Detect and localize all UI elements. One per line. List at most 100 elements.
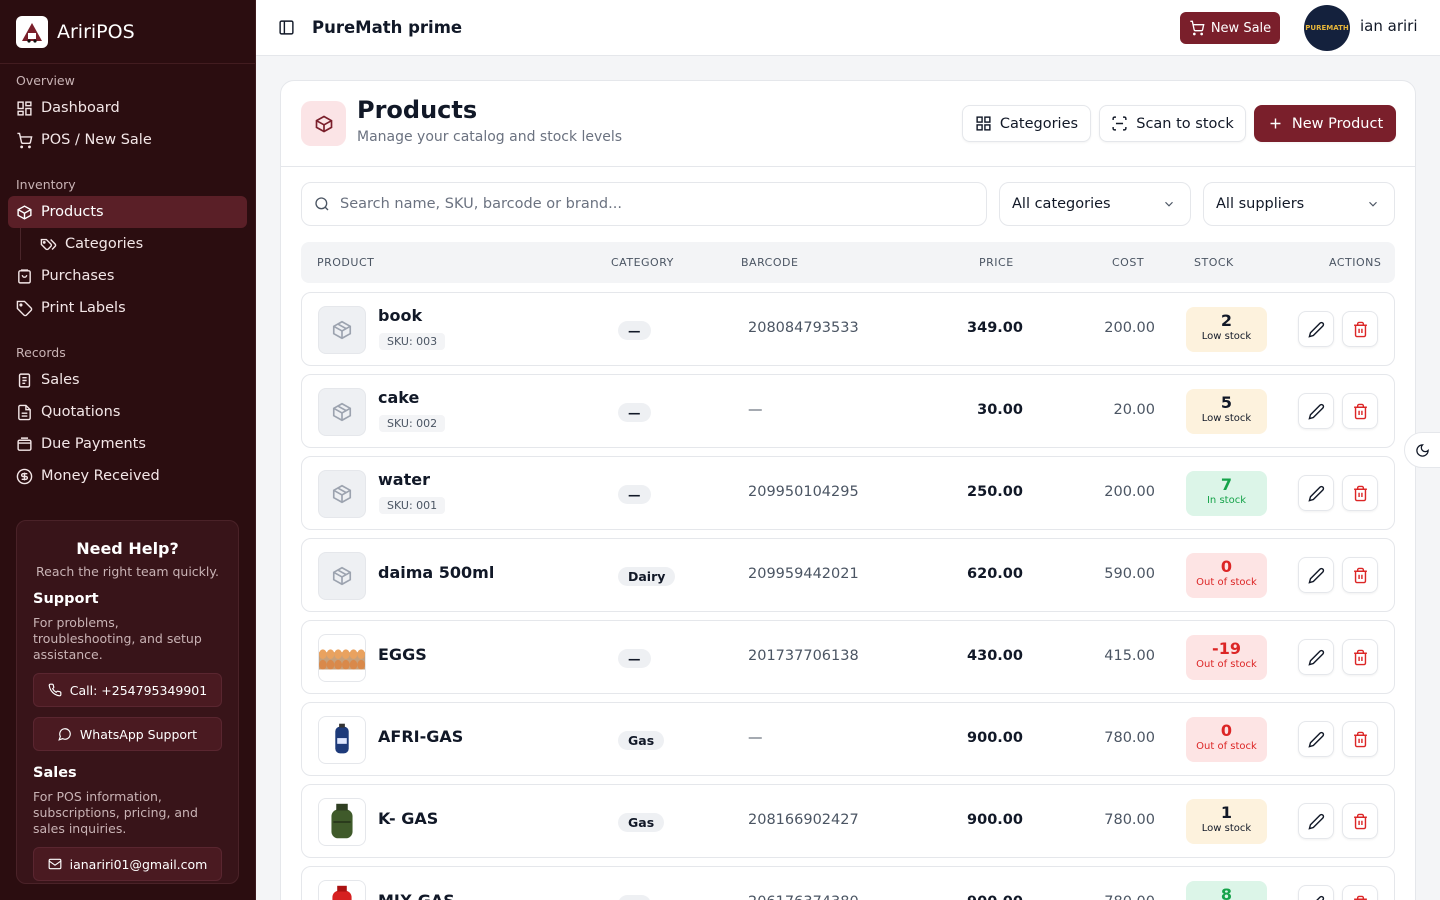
barcode-value: 201737706138 xyxy=(748,648,859,664)
product-name[interactable]: cake xyxy=(378,388,419,407)
sidebar-item-label: Purchases xyxy=(41,268,115,284)
sidebar-item-dashboard[interactable]: Dashboard xyxy=(8,92,247,124)
call-support-button[interactable]: Call: +254795349901 xyxy=(33,673,222,707)
email-sales-button[interactable]: ianariri01@gmail.com xyxy=(33,847,222,881)
table-row[interactable]: MIX GAS — 206176374380 900.00 780.00 8In stoc… xyxy=(301,866,1395,900)
sidebar-toggle-button[interactable] xyxy=(276,18,296,38)
brand[interactable]: AririPOS xyxy=(0,0,255,64)
sidebar-item-products[interactable]: Products xyxy=(8,196,247,228)
stock-badge: 7 In stock xyxy=(1186,471,1267,516)
price-value: 900.00 xyxy=(967,894,1023,900)
gas-cylinder-image xyxy=(319,717,365,763)
delete-button[interactable] xyxy=(1342,885,1378,900)
search-field[interactable] xyxy=(301,182,987,226)
pencil-icon xyxy=(1307,731,1324,748)
sidebar-item-sales[interactable]: Sales xyxy=(8,364,247,396)
header-product: PRODUCT xyxy=(317,256,375,269)
edit-button[interactable] xyxy=(1298,311,1334,347)
sidebar-item-categories[interactable]: Categories xyxy=(32,228,247,260)
sidebar-item-pos[interactable]: POS / New Sale xyxy=(8,124,247,156)
scan-to-stock-button[interactable]: Scan to stock xyxy=(1099,105,1246,142)
edit-button[interactable] xyxy=(1298,803,1334,839)
sidebar-item-money-received[interactable]: Money Received xyxy=(8,460,247,492)
search-input[interactable] xyxy=(340,196,940,212)
stock-status: Low stock xyxy=(1201,823,1252,834)
mail-icon xyxy=(48,858,62,870)
delete-button[interactable] xyxy=(1342,721,1378,757)
help-title: Need Help? xyxy=(76,539,179,558)
product-thumbnail xyxy=(318,388,366,436)
categories-button[interactable]: Categories xyxy=(962,105,1091,142)
sidebar-item-due-payments[interactable]: Due Payments xyxy=(8,428,247,460)
category-select-value: All categories xyxy=(1012,196,1111,212)
table-row[interactable]: K- GAS Gas 208166902427 900.00 780.00 1 Low st… xyxy=(301,784,1395,858)
sidebar-item-label: Products xyxy=(41,204,104,220)
edit-button[interactable] xyxy=(1298,721,1334,757)
table-row[interactable]: book SKU: 003 — 208084793533 349.00 200.00 2 Lo… xyxy=(301,292,1395,366)
delete-button[interactable] xyxy=(1342,311,1378,347)
cost-value: 20.00 xyxy=(1113,402,1155,418)
stock-badge: 8In stock xyxy=(1186,881,1267,900)
price-value: 620.00 xyxy=(967,566,1023,582)
avatar[interactable]: PUREMATH xyxy=(1304,5,1350,51)
barcode-value: 208166902427 xyxy=(748,812,859,828)
sidebar-item-quotations[interactable]: Quotations xyxy=(8,396,247,428)
box-icon xyxy=(332,402,352,422)
edit-button[interactable] xyxy=(1298,557,1334,593)
delete-button[interactable] xyxy=(1342,557,1378,593)
product-name[interactable]: daima 500ml xyxy=(378,563,494,582)
box-icon xyxy=(332,566,352,586)
delete-button[interactable] xyxy=(1342,803,1378,839)
category-badge: Dairy xyxy=(618,567,676,586)
user-name[interactable]: ian ariri xyxy=(1360,17,1418,35)
product-name[interactable]: EGGS xyxy=(378,645,427,664)
sidebar-item-print-labels[interactable]: Print Labels xyxy=(8,292,247,324)
edit-button[interactable] xyxy=(1298,393,1334,429)
product-name[interactable]: MIX GAS xyxy=(378,891,455,900)
sales-text: For POS information, subscriptions, pric… xyxy=(33,789,198,836)
delete-button[interactable] xyxy=(1342,475,1378,511)
edit-button[interactable] xyxy=(1298,885,1334,900)
table-row[interactable]: EGGS — 201737706138 430.00 415.00 -19 Out of s… xyxy=(301,620,1395,694)
new-sale-button[interactable]: New Sale xyxy=(1180,12,1280,44)
supplier-select[interactable]: All suppliers xyxy=(1203,182,1395,226)
category-badge: — xyxy=(618,321,651,340)
table-row[interactable]: daima 500ml Dairy 209959442021 620.00 590.00… xyxy=(301,538,1395,612)
cart-icon xyxy=(1190,20,1205,36)
stock-status: Out of stock xyxy=(1196,741,1257,752)
table-row[interactable]: cake SKU: 002 — — 30.00 20.00 5 Low stock xyxy=(301,374,1395,448)
phone-icon xyxy=(48,683,62,697)
sidebar-item-label: POS / New Sale xyxy=(41,132,152,148)
edit-button[interactable] xyxy=(1298,639,1334,675)
table-header: PRODUCT CATEGORY BARCODE PRICE COST STOC… xyxy=(301,242,1395,283)
product-name[interactable]: AFRI-GAS xyxy=(378,727,463,746)
pencil-icon xyxy=(1307,649,1324,666)
stock-badge: 0 Out of stock xyxy=(1186,553,1267,598)
new-product-button[interactable]: New Product xyxy=(1254,105,1396,142)
pencil-icon xyxy=(1307,813,1324,830)
delete-button[interactable] xyxy=(1342,393,1378,429)
product-thumbnail xyxy=(318,716,366,764)
whatsapp-support-button[interactable]: WhatsApp Support xyxy=(33,717,222,751)
brand-logo-icon xyxy=(16,15,48,48)
sku-badge: SKU: 001 xyxy=(379,497,446,514)
pencil-icon xyxy=(1307,567,1324,584)
page-header: Products Manage your catalog and stock l… xyxy=(281,81,1415,167)
submenu-line xyxy=(20,228,21,260)
product-name[interactable]: K- GAS xyxy=(378,809,438,828)
sku-badge: SKU: 003 xyxy=(379,333,446,350)
cart-icon xyxy=(17,132,33,148)
theme-toggle-button[interactable] xyxy=(1404,432,1440,468)
support-title: Support xyxy=(33,591,99,607)
table-row[interactable]: water SKU: 001 — 209950104295 250.00 200.00 7 I… xyxy=(301,456,1395,530)
category-select[interactable]: All categories xyxy=(999,182,1191,226)
sidebar-item-purchases[interactable]: Purchases xyxy=(8,260,247,292)
delete-button[interactable] xyxy=(1342,639,1378,675)
section-overview: Overview xyxy=(16,73,75,88)
edit-button[interactable] xyxy=(1298,475,1334,511)
product-name[interactable]: book xyxy=(378,306,422,325)
stock-status: Low stock xyxy=(1201,331,1252,342)
table-row[interactable]: AFRI-GAS Gas — 900.00 780.00 0 Out of stock xyxy=(301,702,1395,776)
call-label: Call: +254795349901 xyxy=(69,682,208,698)
product-name[interactable]: water xyxy=(378,470,430,489)
